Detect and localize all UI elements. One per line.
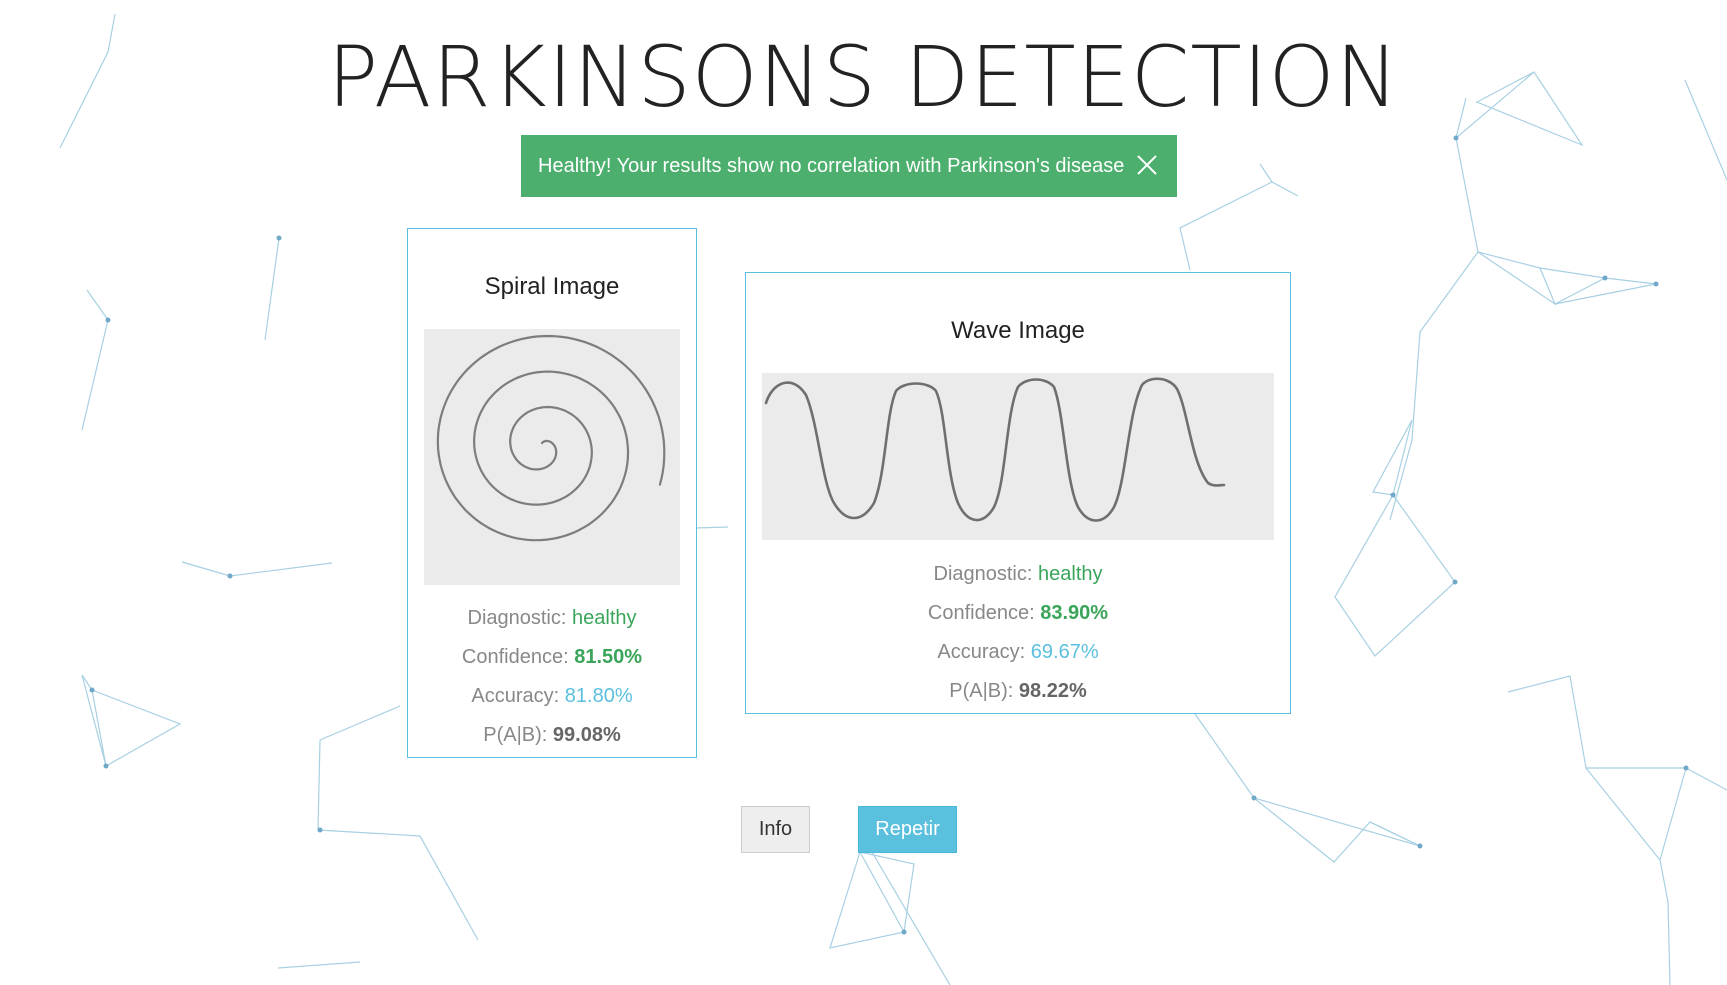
spiral-drawing-image <box>424 329 680 585</box>
wave-diagnostic-row: Diagnostic: healthy <box>746 555 1290 594</box>
close-icon[interactable] <box>1133 151 1161 179</box>
pab-label: P(A|B): <box>483 724 548 746</box>
repeat-button[interactable]: Repetir <box>858 806 957 853</box>
accuracy-value: 81.80% <box>564 685 633 707</box>
alert-message: Healthy! Your results show no correlatio… <box>538 154 1125 177</box>
diagnostic-label: Diagnostic: <box>933 563 1033 585</box>
confidence-value: 83.90% <box>1040 602 1109 624</box>
confidence-label: Confidence: <box>927 602 1035 624</box>
spiral-stats: Diagnostic: healthy Confidence: 81.50% A… <box>408 599 696 755</box>
spiral-card-title: Spiral Image <box>484 273 620 300</box>
confidence-value: 81.50% <box>574 646 643 668</box>
wave-card-title: Wave Image <box>951 317 1085 344</box>
spiral-pab-row: P(A|B): 99.08% <box>408 716 696 755</box>
wave-pab-row: P(A|B): 98.22% <box>746 672 1290 711</box>
spiral-result-card: Spiral Image Diagnostic: healthy Confide… <box>407 228 697 758</box>
spiral-confidence-row: Confidence: 81.50% <box>408 638 696 677</box>
pab-value: 98.22% <box>1018 680 1087 702</box>
spiral-accuracy-row: Accuracy: 81.80% <box>408 677 696 716</box>
spiral-diagnostic-row: Diagnostic: healthy <box>408 599 696 638</box>
info-button[interactable]: Info <box>741 806 810 853</box>
pab-value: 99.08% <box>552 724 621 746</box>
confidence-label: Confidence: <box>461 646 569 668</box>
diagnostic-value: healthy <box>572 607 637 629</box>
accuracy-value: 69.67% <box>1030 641 1099 663</box>
wave-confidence-row: Confidence: 83.90% <box>746 594 1290 633</box>
wave-stats: Diagnostic: healthy Confidence: 83.90% A… <box>746 555 1290 711</box>
wave-result-card: Wave Image Diagnostic: healthy Confidenc… <box>745 272 1291 714</box>
accuracy-label: Accuracy: <box>937 641 1026 663</box>
diagnostic-value: healthy <box>1038 563 1103 585</box>
page-title: PARKINSONS DETECTION <box>327 28 1400 126</box>
wave-drawing-image <box>762 373 1274 540</box>
accuracy-label: Accuracy: <box>471 685 560 707</box>
diagnostic-label: Diagnostic: <box>467 607 567 629</box>
pab-label: P(A|B): <box>949 680 1014 702</box>
result-alert: Healthy! Your results show no correlatio… <box>521 135 1177 197</box>
wave-accuracy-row: Accuracy: 69.67% <box>746 633 1290 672</box>
